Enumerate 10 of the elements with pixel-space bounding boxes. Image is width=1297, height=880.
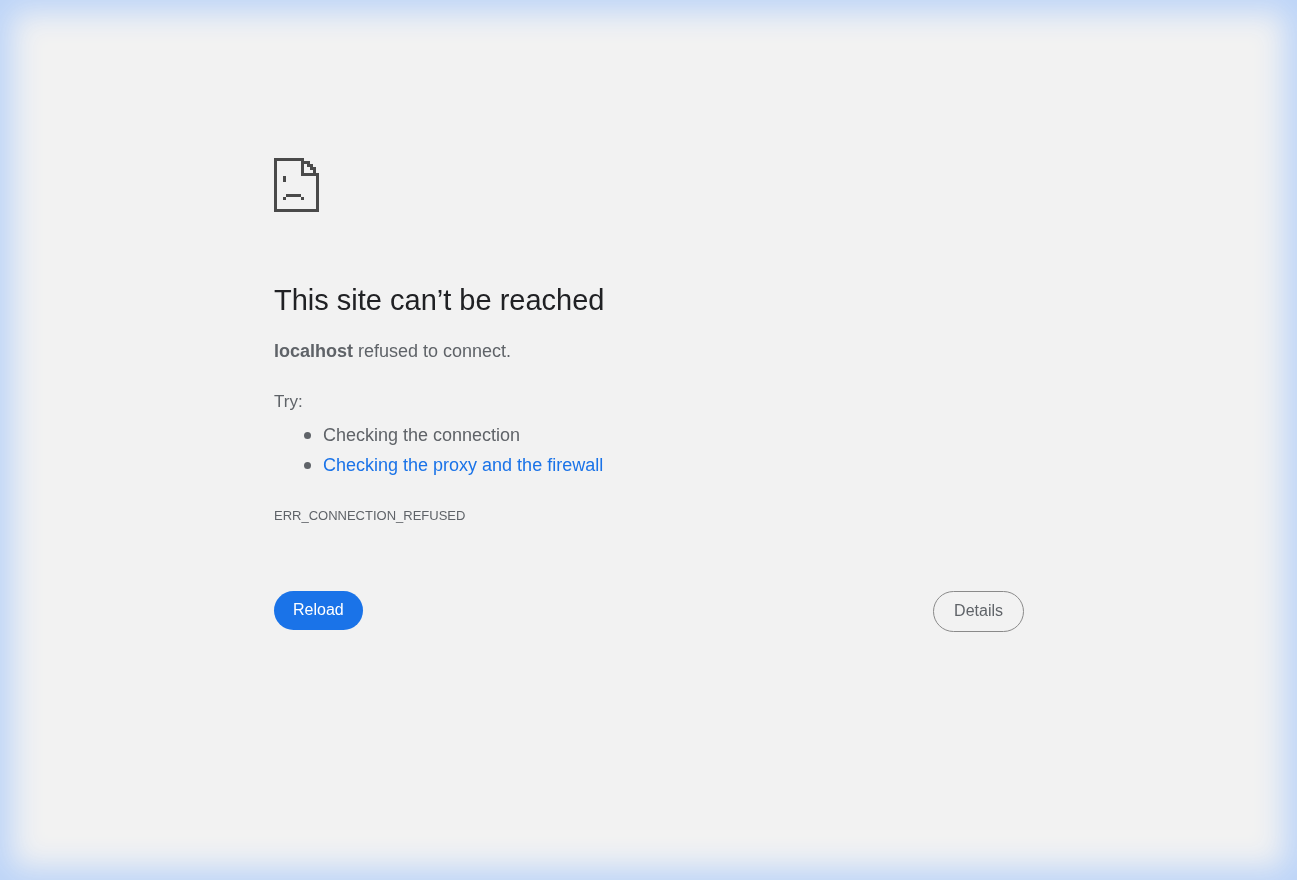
reload-button[interactable]: Reload (274, 590, 363, 630)
suggestion-text: Checking the connection (323, 424, 521, 447)
error-code: ERR_CONNECTION_REFUSED (274, 507, 466, 523)
suggestion-link[interactable]: Checking the proxy and the firewall (323, 452, 604, 479)
bullet-icon (304, 462, 311, 469)
bullet-icon (304, 432, 311, 439)
sad-page-icon (274, 158, 319, 212)
error-heading: This site can’t be reached (274, 283, 605, 318)
try-label: Try: (274, 392, 303, 411)
error-message: localhost refused to connect. (274, 341, 512, 361)
